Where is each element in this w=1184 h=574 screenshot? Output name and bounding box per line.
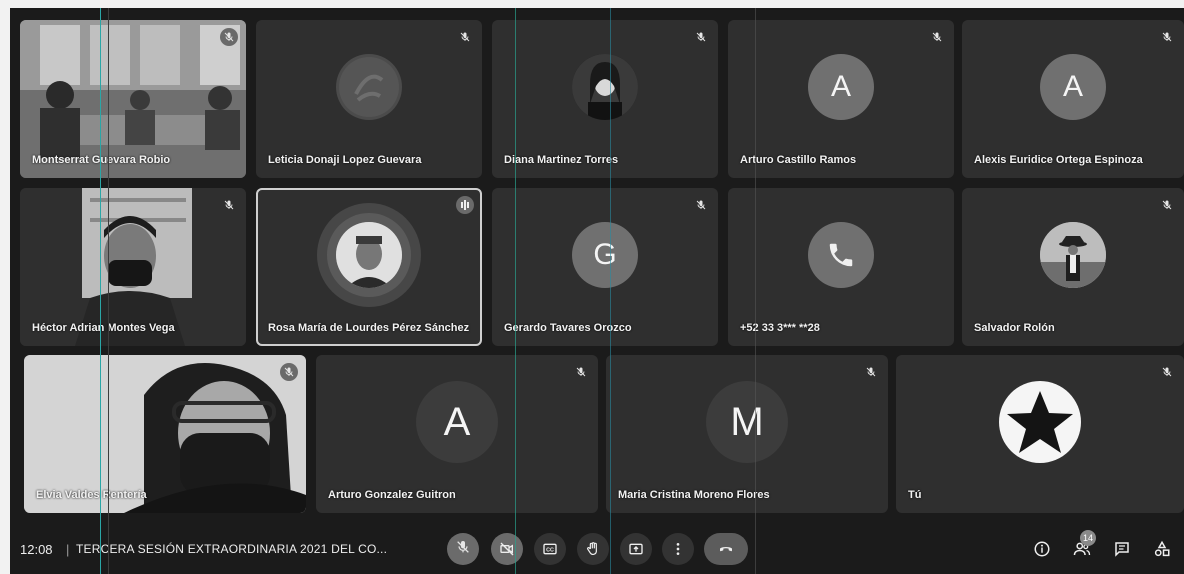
- chat-button[interactable]: [1106, 533, 1138, 565]
- meeting-details-button[interactable]: [1026, 533, 1058, 565]
- profile-picture: [572, 54, 638, 120]
- scan-line: [610, 8, 611, 574]
- present-screen-icon: [629, 543, 643, 555]
- participant-name: Leticia Donaji Lopez Guevara: [268, 154, 422, 166]
- mic-off-icon: [692, 196, 710, 214]
- participant-name: Alexis Euridice Ortega Espinoza: [974, 154, 1143, 166]
- mic-off-icon: [572, 363, 590, 381]
- participant-name: Arturo Castillo Ramos: [740, 154, 857, 166]
- raise-hand-button[interactable]: [577, 533, 609, 565]
- bottom-toolbar: 12:08 | TERCERA SESIÓN EXTRAORDINARIA 20…: [10, 528, 1184, 574]
- participant-tile[interactable]: Elvia Valdes Rentería: [24, 355, 306, 513]
- scan-line: [108, 8, 109, 574]
- present-button[interactable]: [620, 533, 652, 565]
- camera-off-icon: [500, 542, 514, 556]
- avatar-initial: A: [416, 381, 498, 463]
- participant-tile[interactable]: Leticia Donaji Lopez Guevara: [256, 20, 482, 178]
- audio-level-icon: [456, 196, 474, 214]
- participant-name: Rosa María de Lourdes Pérez Sánchez: [268, 322, 470, 334]
- avatar-initial: A: [1040, 54, 1106, 120]
- participant-tile[interactable]: Diana Martinez Torres: [492, 20, 718, 178]
- activities-icon: [1154, 540, 1170, 557]
- mic-off-icon: [456, 28, 474, 46]
- end-call-button[interactable]: [704, 533, 748, 565]
- participant-name: Salvador Rolón: [974, 322, 1055, 334]
- mic-off-icon: [692, 28, 710, 46]
- participant-tile[interactable]: Héctor Adrian Montes Vega: [20, 188, 246, 346]
- scan-line: [515, 8, 516, 574]
- camera-toggle-button[interactable]: [491, 533, 523, 565]
- captions-button[interactable]: CC: [534, 533, 566, 565]
- self-tile[interactable]: Tú: [896, 355, 1184, 513]
- more-options-icon: [676, 543, 680, 555]
- svg-text:CC: CC: [546, 547, 554, 553]
- participant-tile[interactable]: A Arturo Castillo Ramos: [728, 20, 954, 178]
- meeting-title: TERCERA SESIÓN EXTRAORDINARIA 2021 DEL C…: [76, 542, 388, 556]
- scan-line: [755, 8, 756, 574]
- avatar-initial: A: [808, 54, 874, 120]
- avatar: [572, 54, 638, 120]
- participant-tile[interactable]: Salvador Rolón: [962, 188, 1184, 346]
- activities-button[interactable]: [1146, 533, 1178, 565]
- mic-off-icon: [455, 539, 471, 560]
- participant-tile[interactable]: M Maria Cristina Moreno Flores: [606, 355, 888, 513]
- mic-off-icon: [1158, 196, 1176, 214]
- avatar: [1040, 222, 1106, 288]
- participant-count-badge: 14: [1080, 530, 1096, 546]
- profile-picture: [336, 222, 402, 288]
- raise-hand-icon: [586, 542, 597, 555]
- participant-name: Arturo Gonzalez Guitron: [328, 489, 456, 501]
- participant-name: +52 33 3*** **28: [740, 322, 820, 334]
- participant-tile[interactable]: Montserrat Guevara Robio: [20, 20, 246, 178]
- profile-picture: [339, 57, 399, 117]
- participant-name: Diana Martinez Torres: [504, 154, 619, 166]
- mic-off-icon: [1158, 363, 1176, 381]
- info-icon: [1034, 541, 1050, 557]
- participant-name: Gerardo Tavares Orozco: [504, 322, 632, 334]
- participant-name: Héctor Adrian Montes Vega: [32, 322, 175, 334]
- mic-off-icon: [280, 363, 298, 381]
- end-call-icon: [719, 547, 733, 552]
- more-options-button[interactable]: [662, 533, 694, 565]
- mic-off-icon: [1158, 28, 1176, 46]
- self-name: Tú: [908, 489, 922, 501]
- divider: |: [66, 542, 70, 557]
- participant-name: Elvia Valdes Rentería: [36, 489, 147, 501]
- avatar-initial: M: [706, 381, 788, 463]
- captions-icon: CC: [543, 543, 557, 555]
- clock: 12:08: [20, 542, 53, 557]
- mic-off-icon: [220, 28, 238, 46]
- chat-icon: [1115, 542, 1129, 557]
- mic-off-icon: [928, 28, 946, 46]
- avatar: [336, 222, 402, 288]
- participant-name: Maria Cristina Moreno Flores: [618, 489, 770, 501]
- star-icon: [1007, 391, 1073, 453]
- scan-line: [100, 8, 101, 574]
- participant-tile[interactable]: A Alexis Euridice Ortega Espinoza: [962, 20, 1184, 178]
- participant-tile-active-speaker[interactable]: Rosa María de Lourdes Pérez Sánchez: [256, 188, 482, 346]
- participant-tile[interactable]: A Arturo Gonzalez Guitron: [316, 355, 598, 513]
- profile-picture: [1040, 222, 1106, 288]
- avatar-initial: G: [572, 222, 638, 288]
- mic-off-icon: [220, 196, 238, 214]
- mic-off-icon: [862, 363, 880, 381]
- participant-name: Montserrat Guevara Robio: [32, 154, 171, 166]
- phone-icon: [808, 222, 874, 288]
- participant-tile[interactable]: G Gerardo Tavares Orozco: [492, 188, 718, 346]
- participant-tile[interactable]: +52 33 3*** **28: [728, 188, 954, 346]
- avatar: [336, 54, 402, 120]
- mic-toggle-button[interactable]: [447, 533, 479, 565]
- avatar: [999, 381, 1081, 463]
- meet-window: Montserrat Guevara Robio Leticia Donaji …: [10, 8, 1184, 574]
